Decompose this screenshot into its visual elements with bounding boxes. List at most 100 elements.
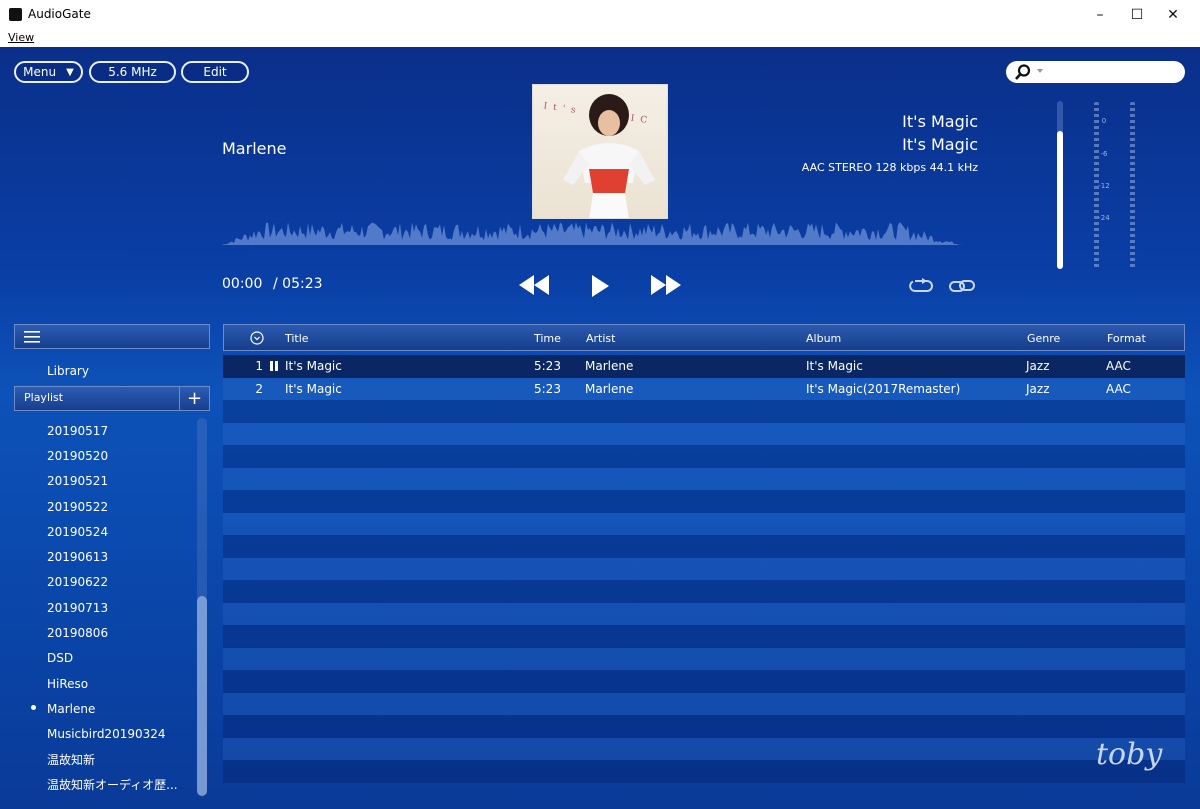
table-row[interactable]: 1 It's Magic 5:23 Marlene It's Magic Jazz AAC — [223, 355, 1185, 378]
level-meter-right — [1130, 102, 1135, 270]
table-row — [223, 490, 1185, 513]
search-icon — [1015, 64, 1043, 80]
cell-album: It's Magic(2017Remaster) — [806, 381, 961, 396]
sidebar-item-label: 20190524 — [47, 524, 109, 539]
table-row — [223, 445, 1185, 468]
sidebar-item-playlist[interactable]: 20190524 — [14, 519, 196, 544]
album-cover: It's MAGIC — [532, 84, 668, 219]
sidebar-item-playlist[interactable]: Marlene — [14, 696, 196, 721]
column-genre[interactable]: Genre — [1027, 332, 1060, 345]
sidebar-item-label: 20190521 — [47, 474, 109, 489]
app-icon — [9, 8, 22, 21]
pause-bar — [270, 361, 273, 371]
table-row — [223, 512, 1185, 535]
pause-icon — [270, 361, 279, 371]
table-header: Title Time Artist Album Genre Format — [223, 324, 1185, 351]
sidebar-item-playlist[interactable]: 20190713 — [14, 595, 196, 620]
now-playing-title: It's Magic — [902, 112, 978, 131]
active-indicator — [31, 705, 36, 711]
volume-slider[interactable] — [1057, 101, 1063, 269]
sidebar-item-playlist[interactable]: 20190521 — [14, 469, 196, 494]
window-title: AudioGate — [28, 7, 91, 21]
fast-forward-button[interactable] — [649, 273, 683, 297]
cell-format: AAC — [1106, 359, 1131, 373]
column-title[interactable]: Title — [285, 332, 309, 345]
close-button[interactable]: ✕ — [1150, 0, 1196, 29]
search-input[interactable] — [1006, 61, 1185, 83]
menu-view[interactable]: View — [8, 31, 34, 44]
sidebar-item-label: 20190520 — [47, 448, 109, 463]
track-table: Title Time Artist Album Genre Format 1 It… — [223, 324, 1185, 809]
sidebar-item-playlist[interactable]: 温故知新オーディオ歴... — [14, 772, 196, 797]
sidebar-item-label: Marlene — [47, 701, 96, 716]
table-body: 1 It's Magic 5:23 Marlene It's Magic Jazz AAC 2… — [223, 355, 1185, 783]
sidebar-item-playlist[interactable]: HiReso — [14, 671, 196, 696]
edit-button[interactable]: Edit — [181, 61, 249, 83]
waveform[interactable] — [222, 213, 962, 245]
title-bar: AudioGate – ☐ ✕ — [0, 0, 1200, 29]
sidebar-item-playlist[interactable]: 20190517 — [14, 418, 196, 443]
watermark: toby — [1096, 737, 1163, 772]
sidebar-item-playlist[interactable]: 20190522 — [14, 494, 196, 519]
sidebar-item-playlist[interactable]: 20190622 — [14, 570, 196, 595]
cell-title: It's Magic — [285, 381, 342, 396]
column-artist[interactable]: Artist — [586, 332, 615, 345]
sort-toggle-icon[interactable] — [250, 331, 264, 345]
table-row — [223, 602, 1185, 625]
sidebar: Library Playlist + 20190517 20190520 20190… — [14, 324, 210, 809]
cover-photo — [563, 94, 655, 218]
table-row — [223, 670, 1185, 693]
current-time: 00:00 — [222, 276, 263, 292]
sidebar-item-library[interactable]: Library — [47, 364, 89, 378]
cell-num: 1 — [255, 359, 263, 373]
play-icon — [592, 275, 609, 297]
sidebar-item-playlist[interactable]: 20190520 — [14, 443, 196, 468]
table-row[interactable]: 2 It's Magic 5:23 Marlene It's Magic(2017Rem… — [223, 377, 1185, 400]
sidebar-scrollbar-thumb[interactable] — [197, 596, 207, 796]
fast-forward-icon — [651, 275, 681, 295]
table-row — [223, 580, 1185, 603]
rewind-icon — [519, 275, 549, 295]
meter-label-0: 0 — [1101, 117, 1107, 125]
edit-button-label: Edit — [203, 65, 227, 79]
dropdown-arrow-icon: ▼ — [66, 66, 74, 78]
total-time: / 05:23 — [273, 276, 323, 292]
meter-label-6: -6 — [1100, 150, 1108, 158]
table-row — [223, 625, 1185, 648]
sidebar-item-label: DSD — [47, 651, 74, 666]
sidebar-item-label: 20190806 — [47, 626, 109, 641]
sidebar-item-playlist[interactable]: DSD — [14, 646, 196, 671]
sidebar-item-playlist[interactable]: 20190806 — [14, 620, 196, 645]
hamburger-icon — [24, 331, 40, 343]
column-format[interactable]: Format — [1107, 332, 1146, 345]
sidebar-item-label: 20190613 — [47, 550, 109, 565]
table-row — [223, 535, 1185, 558]
sidebar-item-playlist[interactable]: Musicbird20190324 — [14, 722, 196, 747]
cell-num: 2 — [255, 381, 263, 396]
sample-rate-button[interactable]: 5.6 MHz — [89, 61, 176, 83]
sidebar-menu-button[interactable] — [14, 324, 210, 349]
ab-repeat-button[interactable] — [948, 276, 976, 296]
menu-button[interactable]: Menu ▼ — [14, 61, 83, 83]
sidebar-item-label: 20190517 — [47, 423, 109, 438]
cell-title: It's Magic — [285, 359, 342, 373]
sidebar-item-playlist[interactable]: 20190613 — [14, 544, 196, 569]
playlist-list: 20190517 20190520 20190521 20190522 20190524… — [14, 418, 196, 797]
sidebar-item-label: 20190622 — [47, 575, 109, 590]
column-time[interactable]: Time — [534, 332, 561, 345]
sidebar-scrollbar[interactable] — [197, 418, 207, 796]
menu-button-label: Menu — [23, 65, 57, 79]
rewind-button[interactable] — [517, 273, 551, 297]
table-row — [223, 647, 1185, 670]
column-album[interactable]: Album — [806, 332, 841, 345]
sidebar-item-label: 20190522 — [47, 499, 109, 514]
sidebar-item-label: 温故知新 — [47, 753, 96, 767]
cell-artist: Marlene — [585, 381, 634, 396]
cell-genre: Jazz — [1026, 381, 1050, 396]
repeat-button[interactable] — [907, 276, 935, 296]
add-playlist-button[interactable]: + — [179, 387, 209, 410]
table-row — [223, 760, 1185, 783]
table-row — [223, 737, 1185, 760]
sidebar-item-playlist[interactable]: 温故知新 — [14, 747, 196, 772]
play-button[interactable] — [588, 273, 612, 299]
